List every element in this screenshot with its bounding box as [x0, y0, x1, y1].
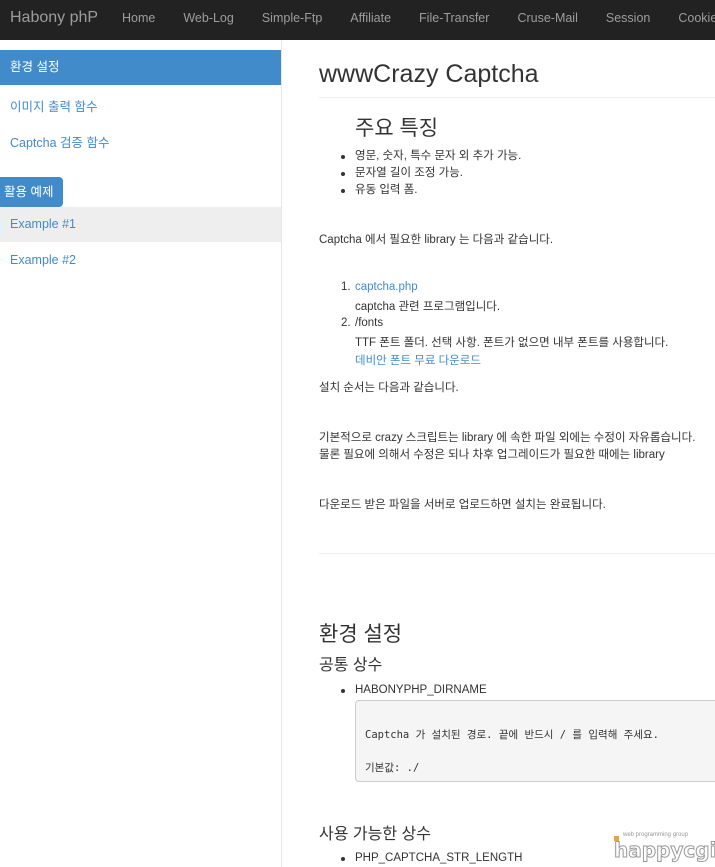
title-divider: [319, 97, 715, 98]
sidebar: 환경 설정 이미지 출력 함수 Captcha 검증 함수 활용 예제 Exam…: [0, 40, 282, 867]
list-item: 유동 입력 폼.: [340, 182, 521, 199]
page-title: wwwCrazy Captcha: [319, 60, 539, 88]
watermark-logo: web programming group happycgi: [612, 832, 715, 863]
list-number: 2.: [341, 317, 351, 329]
section-divider: [319, 553, 715, 554]
code-block: Captcha 가 설치된 경로. 끝에 반드시 / 를 입력해 주세요. 기본…: [355, 700, 715, 782]
watermark-wordmark: happycgi: [613, 838, 715, 863]
list-item: 문자열 길이 조정 가능.: [340, 165, 521, 182]
sidebar-item-example-1[interactable]: Example #1: [0, 207, 281, 242]
font-download-link[interactable]: 데비안 폰트 무료 다운로드: [355, 352, 481, 368]
upload-note: 다운로드 받은 파일을 서버로 업로드하면 설치는 완료됩니다.: [319, 499, 606, 511]
install-intro: 설치 순서는 다음과 같습니다.: [319, 382, 459, 394]
basic-note-1: 기본적으로 crazy 스크립트는 library 에 속한 파일 외에는 수정…: [319, 432, 696, 444]
fonts-folder-desc: TTF 폰트 폴더. 선택 사항. 폰트가 없으면 내부 폰트를 사용합니다.: [355, 337, 669, 349]
sidebar-item-captcha-verify[interactable]: Captcha 검증 함수: [10, 132, 110, 151]
nav-item-web-log[interactable]: Web-Log: [169, 0, 248, 40]
top-navbar: Habony phP Home Web-Log Simple-Ftp Affil…: [0, 0, 715, 40]
fonts-folder-name: /fonts: [355, 317, 384, 329]
common-constants-list: HABONYPHP_DIRNAME: [341, 682, 487, 699]
captcha-php-desc: captcha 관련 프로그램입니다.: [355, 301, 501, 313]
captcha-php-link[interactable]: captcha.php: [355, 281, 418, 293]
nav-item-cookie[interactable]: Cookie: [664, 0, 715, 40]
available-constants-list: PHP_CAPTCHA_STR_LENGTH: [340, 850, 522, 867]
sidebar-item-label: Example #1: [10, 217, 77, 231]
library-intro: Captcha 에서 필요한 library 는 다음과 같습니다.: [319, 234, 554, 246]
list-item: PHP_CAPTCHA_STR_LENGTH: [340, 850, 522, 867]
sidebar-section-examples: 활용 예제: [0, 177, 64, 207]
sidebar-item-config[interactable]: 환경 설정: [0, 50, 281, 85]
code-line: Captcha 가 설치된 경로. 끝에 반드시 / 를 입력해 주세요.: [365, 729, 659, 741]
features-heading: 주요 특징: [355, 117, 439, 140]
nav-item-session[interactable]: Session: [592, 0, 664, 40]
nav-item-affiliate[interactable]: Affiliate: [336, 0, 405, 40]
nav-item-file-transfer[interactable]: File-Transfer: [405, 0, 503, 40]
config-heading: 환경 설정: [319, 623, 403, 646]
list-item: HABONYPHP_DIRNAME: [341, 682, 487, 699]
available-constants-heading: 사용 가능한 상수: [319, 826, 431, 843]
basic-note-2: 물론 필요에 의해서 수정은 되나 차후 업그레이드가 필요한 때에는 libr…: [319, 449, 665, 461]
features-list: 영문, 숫자, 특수 문자 외 추가 가능. 문자열 길이 조정 가능. 유동 …: [340, 148, 521, 199]
nav-item-home[interactable]: Home: [108, 0, 169, 40]
brand-logo[interactable]: Habony phP: [10, 9, 98, 27]
nav-item-simple-ftp[interactable]: Simple-Ftp: [248, 0, 336, 40]
list-number: 1.: [341, 281, 351, 293]
sidebar-item-example-2[interactable]: Example #2: [10, 253, 76, 267]
sidebar-item-image-output[interactable]: 이미지 출력 함수: [10, 96, 97, 115]
code-line: 기본값: ./: [365, 762, 420, 774]
common-constants-heading: 공통 상수: [319, 657, 383, 674]
nav-menu: Home Web-Log Simple-Ftp Affiliate File-T…: [108, 0, 715, 40]
nav-item-cruse-mail[interactable]: Cruse-Mail: [503, 0, 591, 40]
list-item: 영문, 숫자, 특수 문자 외 추가 가능.: [340, 148, 521, 165]
main-content: wwwCrazy Captcha 주요 특징 영문, 숫자, 특수 문자 외 추…: [283, 40, 715, 867]
